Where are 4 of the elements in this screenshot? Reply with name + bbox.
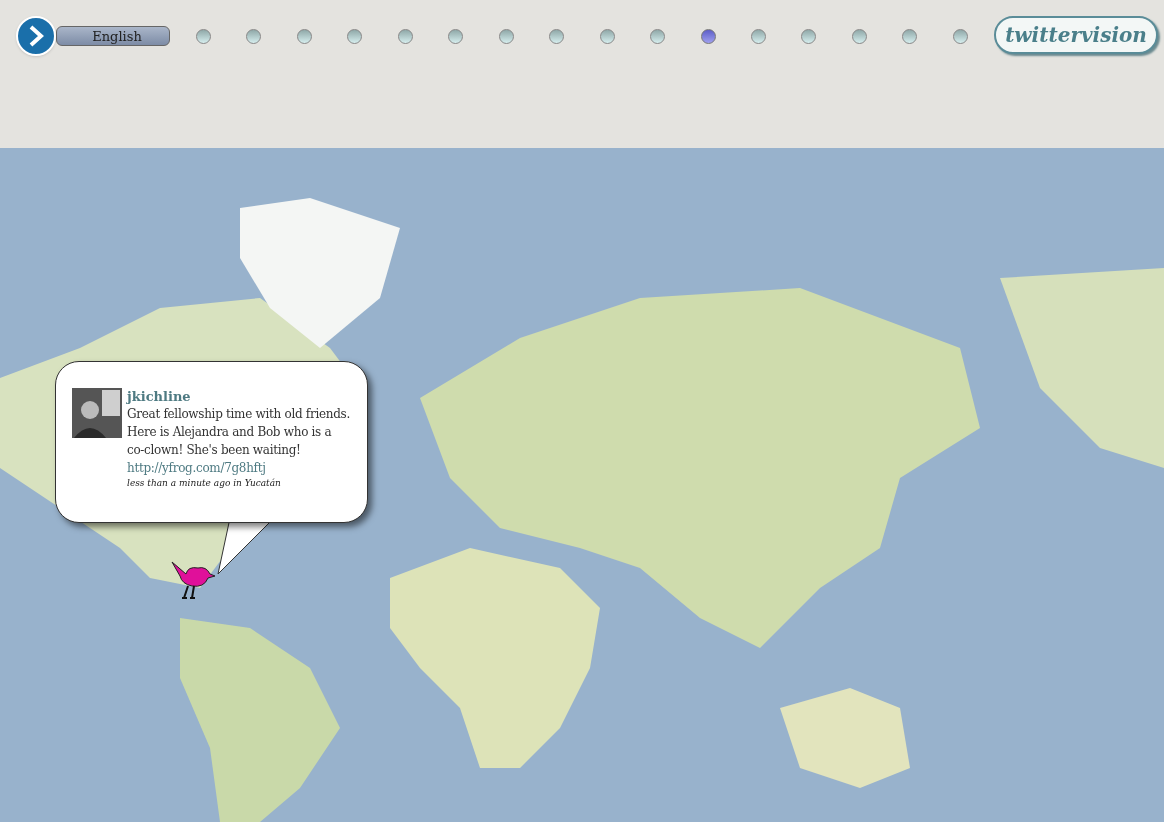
language-button[interactable]: English — [56, 26, 170, 46]
next-button[interactable] — [16, 16, 56, 56]
logo: twittervision — [994, 16, 1158, 54]
chevron-icon — [27, 25, 45, 47]
